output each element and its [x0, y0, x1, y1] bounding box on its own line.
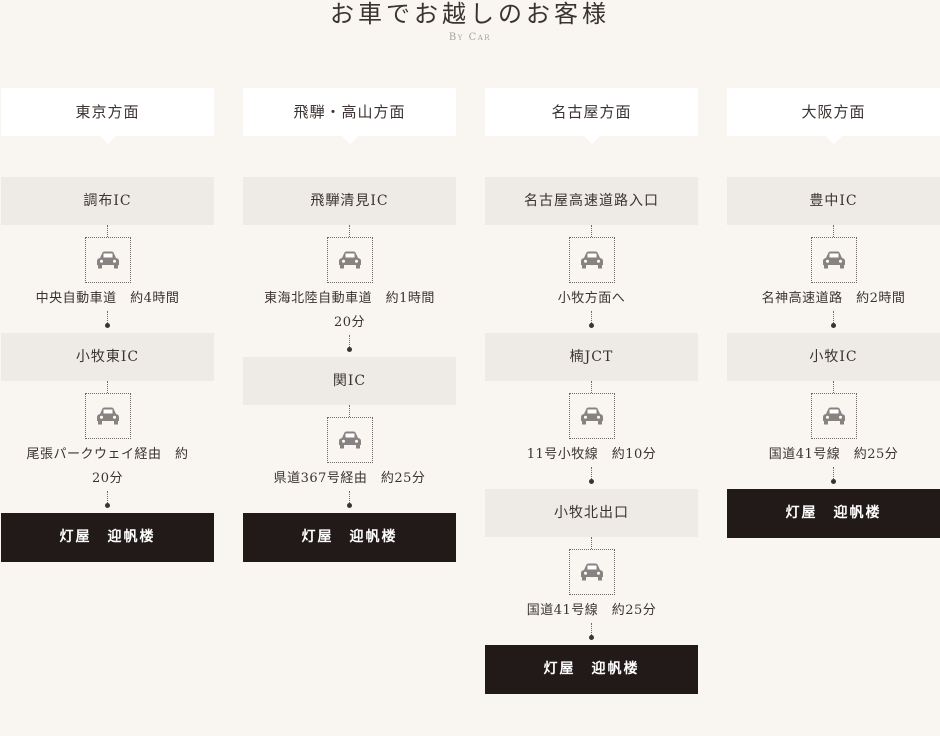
connector-line [591, 311, 592, 323]
connector-line [591, 225, 592, 237]
direction-heading: 東京方面 [1, 88, 214, 144]
route-description: 国道41号線 約25分 [727, 443, 940, 467]
car-icon [568, 393, 615, 439]
section-title: お車でお越しのお客様 [330, 0, 610, 28]
connector-line [107, 491, 108, 503]
connector-line [591, 623, 592, 635]
waypoint: 関IC [243, 357, 456, 405]
destination-label: 灯屋 迎帆楼 [243, 513, 456, 562]
direction-heading-label: 大阪方面 [801, 103, 866, 121]
section-subtitle: By Car [448, 32, 492, 43]
route-text: 国道41号線 約25分 [526, 603, 657, 618]
direction-heading-label: 飛騨・高山方面 [293, 103, 406, 121]
waypoint: 小牧東IC [1, 333, 214, 381]
route-description: 小牧方面へ [485, 287, 698, 311]
route-text: 11号小牧線 約10分 [526, 447, 657, 462]
route-description: 尾張パークウェイ経由 約 20分 [1, 443, 214, 491]
route-text: 尾張パークウェイ経由 約 [26, 447, 189, 462]
direction-heading: 飛騨・高山方面 [243, 88, 456, 144]
destination-label: 灯屋 迎帆楼 [485, 645, 698, 694]
route-column: 大阪方面豊中IC 名神高速道路 約2時間小牧IC 国道41号線 約25分灯屋 迎帆楼 [727, 88, 940, 538]
route-text: 名神高速道路 約2時間 [761, 291, 906, 306]
car-icon [326, 417, 373, 463]
connector-line [349, 405, 350, 417]
connector-line [349, 491, 350, 503]
route-text: 県道367号経由 約25分 [273, 471, 426, 486]
connector-line [349, 335, 350, 347]
connector-line [107, 381, 108, 393]
destination-label: 灯屋 迎帆楼 [1, 513, 214, 562]
route-description: 名神高速道路 約2時間 [727, 287, 940, 311]
route-column: 名古屋方面名古屋高速道路入口小牧方面へ楠JCT 11号小牧線 約10分小牧北出口国… [485, 88, 698, 694]
route-text: 20分 [333, 315, 366, 330]
car-icon [810, 393, 857, 439]
direction-heading-label: 東京方面 [75, 103, 140, 121]
direction-heading: 名古屋方面 [485, 88, 698, 144]
heading-pointer [583, 136, 600, 144]
connector-line [591, 381, 592, 393]
waypoint: 楠JCT [485, 333, 698, 381]
route-text: 20分 [91, 471, 124, 486]
waypoint: 飛騨清見IC [243, 177, 456, 225]
route-description: 中央自動車道 約4時間 [1, 287, 214, 311]
route-text: 小牧方面へ [557, 291, 626, 306]
waypoint: 小牧IC [727, 333, 940, 381]
connector-line [107, 311, 108, 323]
waypoint: 小牧北出口 [485, 489, 698, 537]
car-icon [568, 237, 615, 283]
section-header: お車でお越しのお客様 By Car [0, 0, 940, 43]
route-description: 国道41号線 約25分 [485, 599, 698, 623]
route-column: 東京方面調布IC 中央自動車道 約4時間小牧東IC 尾張パークウェイ経由 約 20分灯… [1, 88, 214, 562]
route-text: 東海北陸自動車道 約1時間 [264, 291, 435, 306]
connector-line [107, 225, 108, 237]
direction-heading-label: 名古屋方面 [551, 103, 632, 121]
car-icon [810, 237, 857, 283]
car-icon [568, 549, 615, 595]
route-text: 中央自動車道 約4時間 [35, 291, 180, 306]
car-icon [326, 237, 373, 283]
route-description: 県道367号経由 約25分 [243, 467, 456, 491]
car-icon [84, 393, 131, 439]
connector-line [349, 225, 350, 237]
route-description: 東海北陸自動車道 約1時間 20分 [243, 287, 456, 335]
heading-pointer [341, 136, 358, 144]
heading-pointer [99, 136, 116, 144]
connector-line [833, 225, 834, 237]
connector-line [833, 467, 834, 479]
waypoint: 調布IC [1, 177, 214, 225]
connector-line [833, 381, 834, 393]
waypoint: 豊中IC [727, 177, 940, 225]
route-text: 国道41号線 約25分 [768, 447, 899, 462]
connector-line [591, 537, 592, 549]
waypoint: 名古屋高速道路入口 [485, 177, 698, 225]
connector-line [833, 311, 834, 323]
connector-line [591, 467, 592, 479]
heading-pointer [825, 136, 842, 144]
route-description: 11号小牧線 約10分 [485, 443, 698, 467]
direction-heading: 大阪方面 [727, 88, 940, 144]
car-icon [84, 237, 131, 283]
destination-label: 灯屋 迎帆楼 [727, 489, 940, 538]
route-column: 飛騨・高山方面飛騨清見IC 東海北陸自動車道 約1時間 20分関IC 県道367号経由… [243, 88, 456, 562]
